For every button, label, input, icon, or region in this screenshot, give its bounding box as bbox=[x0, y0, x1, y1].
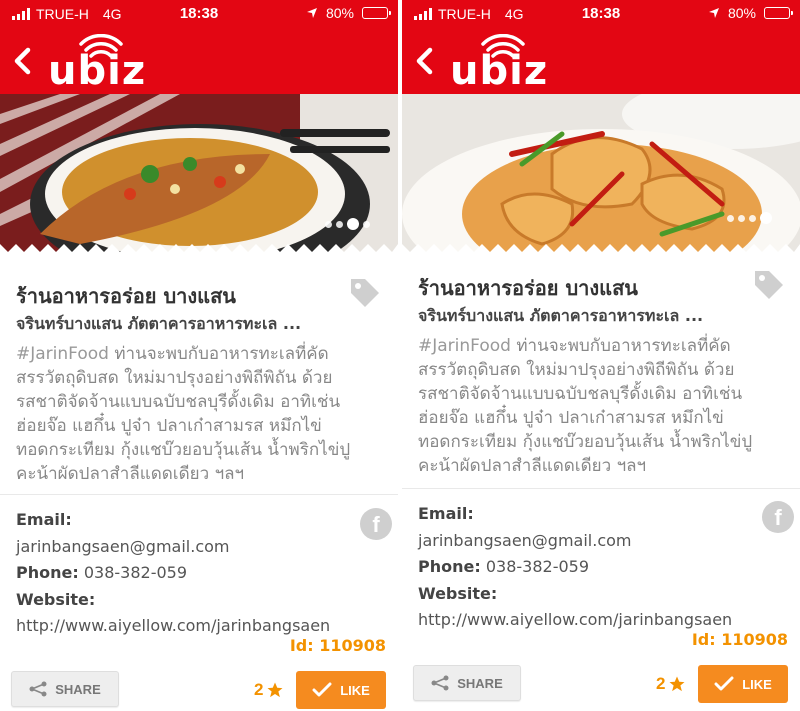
shop-subtitle: จรินทร์บางแสน ภัตตาคารอาหารทะเล ... bbox=[16, 314, 302, 333]
like-label: LIKE bbox=[340, 682, 370, 698]
back-button[interactable] bbox=[412, 46, 438, 76]
section-divider bbox=[0, 494, 398, 495]
share-button[interactable]: SHARE bbox=[11, 671, 119, 707]
share-icon bbox=[29, 681, 47, 697]
shop-subtitle: จรินทร์บางแสน ภัตตาคารอาหารทะเล ... bbox=[418, 306, 704, 325]
carousel-dot[interactable] bbox=[363, 220, 370, 228]
ubiz-logo: ubiz bbox=[48, 34, 145, 94]
location-arrow-icon bbox=[306, 8, 317, 18]
description-line: ท่านจะพบกับอาหารทะเลที่คัด bbox=[114, 344, 329, 364]
share-label: SHARE bbox=[457, 675, 503, 691]
status-bar: TRUE-H 4G 18:38 80% bbox=[402, 0, 800, 28]
phone-value[interactable]: 038-382-059 bbox=[486, 557, 589, 576]
shop-title: ร้านอาหารอร่อย บางแสน bbox=[418, 276, 638, 300]
website-value[interactable]: http://www.aiyellow.com/jarinbangsaen bbox=[418, 610, 732, 629]
share-icon bbox=[431, 675, 449, 691]
carousel-dot-active[interactable] bbox=[760, 212, 772, 224]
shop-description: #JarinFood ท่านจะพบกับอาหารทะเลที่คัด สร… bbox=[16, 342, 376, 486]
description-line: รสชาติจัดจ้านแบบฉบับชลบุรีดั้งเดิม อาทิเ… bbox=[16, 392, 341, 412]
phone-value[interactable]: 038-382-059 bbox=[84, 563, 187, 582]
phone-screen-right: TRUE-H 4G 18:38 80% ubiz ร้านอาหารอร่อย … bbox=[402, 0, 800, 711]
hashtag: #JarinFood bbox=[16, 344, 109, 364]
website-label: Website: bbox=[418, 584, 498, 603]
ubiz-logo: ubiz bbox=[450, 34, 547, 94]
app-header: ubiz bbox=[0, 28, 398, 94]
carousel-dots bbox=[727, 212, 772, 224]
photo-carousel[interactable] bbox=[402, 94, 800, 260]
tag-icon[interactable] bbox=[348, 276, 382, 310]
status-bar: TRUE-H 4G 18:38 80% bbox=[0, 0, 398, 28]
description-line: ทอดกระเทียม กุ้งแชบ๊วยอบวุ้นเส้น น้ำพริก… bbox=[16, 440, 351, 460]
steamed-fish-photo bbox=[0, 94, 398, 260]
back-button[interactable] bbox=[10, 46, 36, 76]
battery-percent: 80% bbox=[325, 5, 354, 21]
description-line: ทอดกระเทียม กุ้งแชบ๊วยอบวุ้นเส้น น้ำพริก… bbox=[418, 432, 753, 452]
chevron-left-icon bbox=[416, 47, 433, 75]
star-icon bbox=[267, 682, 283, 698]
share-button[interactable]: SHARE bbox=[413, 665, 521, 701]
description-line: สรรวัตถุดิบสด ใหม่มาปรุงอย่างพิถีพิถัน ด… bbox=[16, 368, 333, 388]
like-label: LIKE bbox=[742, 676, 772, 692]
description-line: ฮ่อยจ๊อ แฮกึ๋น ปูจ๋า ปลาเก๋าสามรส หมึกไข… bbox=[418, 408, 724, 428]
like-count-number: 2 bbox=[656, 674, 666, 693]
carousel-dot[interactable] bbox=[738, 214, 745, 222]
website-value[interactable]: http://www.aiyellow.com/jarinbangsaen bbox=[16, 616, 330, 635]
tag-icon[interactable] bbox=[752, 268, 786, 302]
logo-text: ubiz bbox=[450, 48, 549, 94]
email-value[interactable]: jarinbangsaen@gmail.com bbox=[418, 531, 632, 550]
hashtag: #JarinFood bbox=[418, 336, 511, 356]
listing-id: Id: 110908 bbox=[289, 636, 386, 655]
email-label: Email: bbox=[16, 510, 72, 529]
phone-screen-left: TRUE-H 4G 18:38 80% ubiz ร้านอาหารอร่อย … bbox=[0, 0, 398, 711]
facebook-icon[interactable]: f bbox=[762, 501, 794, 533]
phone-label: Phone: bbox=[16, 563, 79, 582]
logo-text: ubiz bbox=[48, 48, 147, 94]
like-count-number: 2 bbox=[254, 680, 264, 699]
shop-title: ร้านอาหารอร่อย บางแสน bbox=[16, 284, 236, 308]
carousel-dot-active[interactable] bbox=[347, 218, 359, 230]
checkmark-icon bbox=[312, 682, 332, 697]
section-divider bbox=[402, 488, 800, 489]
battery-icon bbox=[362, 7, 391, 19]
carousel-dot[interactable] bbox=[727, 214, 734, 222]
facebook-icon[interactable]: f bbox=[360, 508, 392, 540]
carousel-dot[interactable] bbox=[749, 214, 756, 222]
description-line: ท่านจะพบกับอาหารทะเลที่คัด bbox=[516, 336, 731, 356]
location-arrow-icon bbox=[708, 8, 719, 18]
email-label: Email: bbox=[418, 504, 474, 523]
battery-icon bbox=[764, 7, 793, 19]
description-line: คะน้าผัดปลาสำลีแดดเดียว ฯลฯ bbox=[418, 456, 647, 476]
star-icon bbox=[669, 676, 685, 692]
share-label: SHARE bbox=[55, 681, 101, 697]
like-button[interactable]: LIKE bbox=[698, 665, 788, 703]
shop-description: #JarinFood ท่านจะพบกับอาหารทะเลที่คัด สร… bbox=[418, 334, 778, 478]
listing-id: Id: 110908 bbox=[691, 630, 788, 649]
description-line: คะน้าผัดปลาสำลีแดดเดียว ฯลฯ bbox=[16, 464, 245, 484]
stir-fried-squid-photo bbox=[402, 94, 800, 260]
photo-carousel[interactable] bbox=[0, 94, 398, 260]
description-line: รสชาติจัดจ้านแบบฉบับชลบุรีดั้งเดิม อาทิเ… bbox=[418, 384, 743, 404]
chevron-left-icon bbox=[14, 47, 31, 75]
carousel-dot[interactable] bbox=[336, 220, 343, 228]
battery-percent: 80% bbox=[727, 5, 756, 21]
like-count: 2 bbox=[254, 680, 284, 700]
phone-label: Phone: bbox=[418, 557, 481, 576]
carousel-dots bbox=[325, 218, 370, 230]
description-line: ฮ่อยจ๊อ แฮกึ๋น ปูจ๋า ปลาเก๋าสามรส หมึกไข… bbox=[16, 416, 322, 436]
app-header: ubiz bbox=[402, 28, 800, 94]
carousel-dot[interactable] bbox=[325, 220, 332, 228]
website-label: Website: bbox=[16, 590, 96, 609]
like-count: 2 bbox=[656, 674, 686, 694]
email-value[interactable]: jarinbangsaen@gmail.com bbox=[16, 537, 230, 556]
description-line: สรรวัตถุดิบสด ใหม่มาปรุงอย่างพิถีพิถัน ด… bbox=[418, 360, 735, 380]
checkmark-icon bbox=[714, 676, 734, 691]
like-button[interactable]: LIKE bbox=[296, 671, 386, 709]
